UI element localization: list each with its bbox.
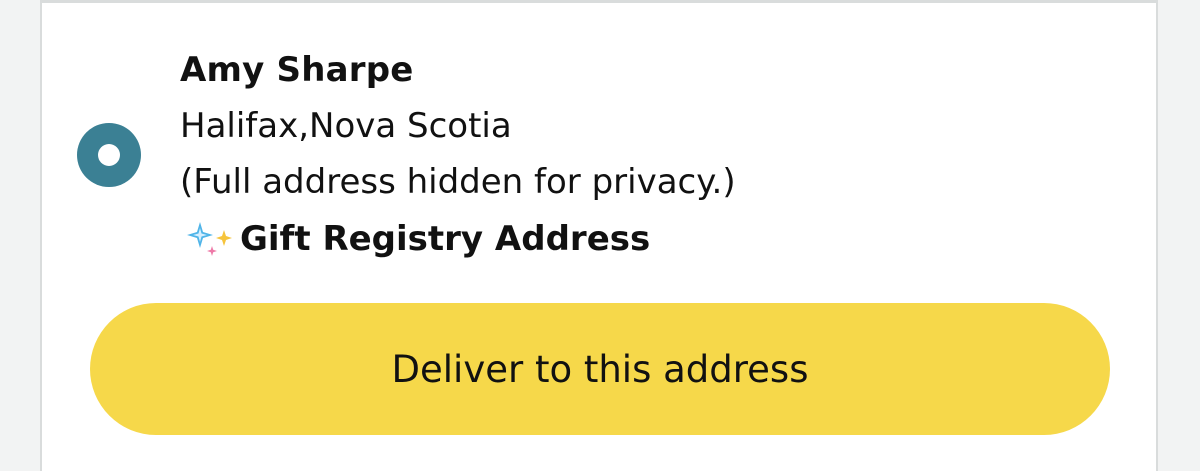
gift-registry-label: Gift Registry Address: [186, 218, 650, 260]
deliver-to-address-button[interactable]: Deliver to this address: [90, 303, 1110, 435]
sparkles-icon: [187, 222, 232, 256]
radio-selected-dot: [98, 144, 120, 166]
recipient-name: Amy Sharpe: [180, 50, 414, 90]
address-city-line: Halifax,Nova Scotia: [180, 106, 512, 146]
address-radio-button[interactable]: [77, 123, 141, 187]
gift-registry-text: Gift Registry Address: [240, 219, 651, 259]
privacy-note: (Full address hidden for privacy.): [180, 162, 736, 202]
